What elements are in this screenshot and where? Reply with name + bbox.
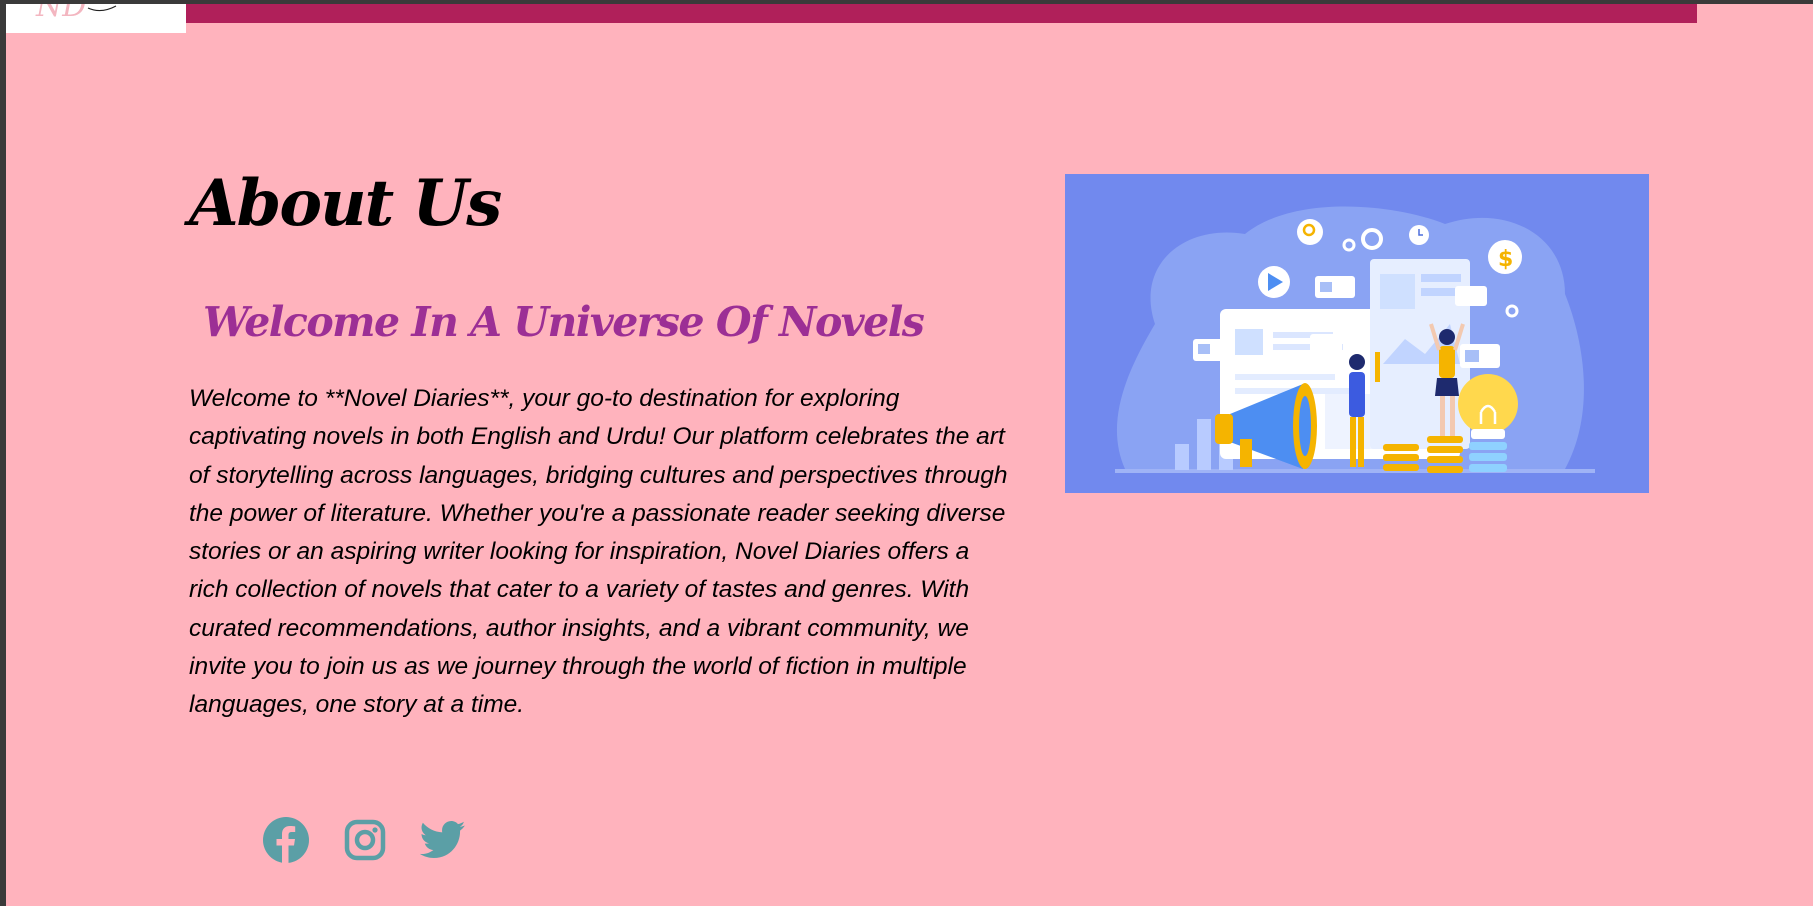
page-title: About Us <box>189 166 502 241</box>
top-nav-bar <box>186 4 1697 23</box>
svg-text:ND: ND <box>35 4 86 24</box>
twitter-icon <box>420 821 466 859</box>
svg-text:$: $ <box>1498 247 1513 272</box>
digital-marketing-illustration-icon: $ <box>1115 206 1595 473</box>
logo-mark-icon: ND <box>35 4 117 24</box>
about-page: ND About Us Welcome In A Universe Of Nov… <box>6 4 1813 906</box>
instagram-link[interactable] <box>341 816 389 864</box>
facebook-icon <box>263 817 309 863</box>
page-subtitle: Welcome In A Universe Of Novels <box>203 298 925 346</box>
twitter-link[interactable] <box>419 816 467 864</box>
hero-illustration: $ <box>1065 174 1649 493</box>
instagram-icon <box>344 819 386 861</box>
about-description: Welcome to **Novel Diaries**, your go-to… <box>189 385 1008 719</box>
facebook-link[interactable] <box>262 816 310 864</box>
site-logo[interactable]: ND <box>6 4 186 33</box>
